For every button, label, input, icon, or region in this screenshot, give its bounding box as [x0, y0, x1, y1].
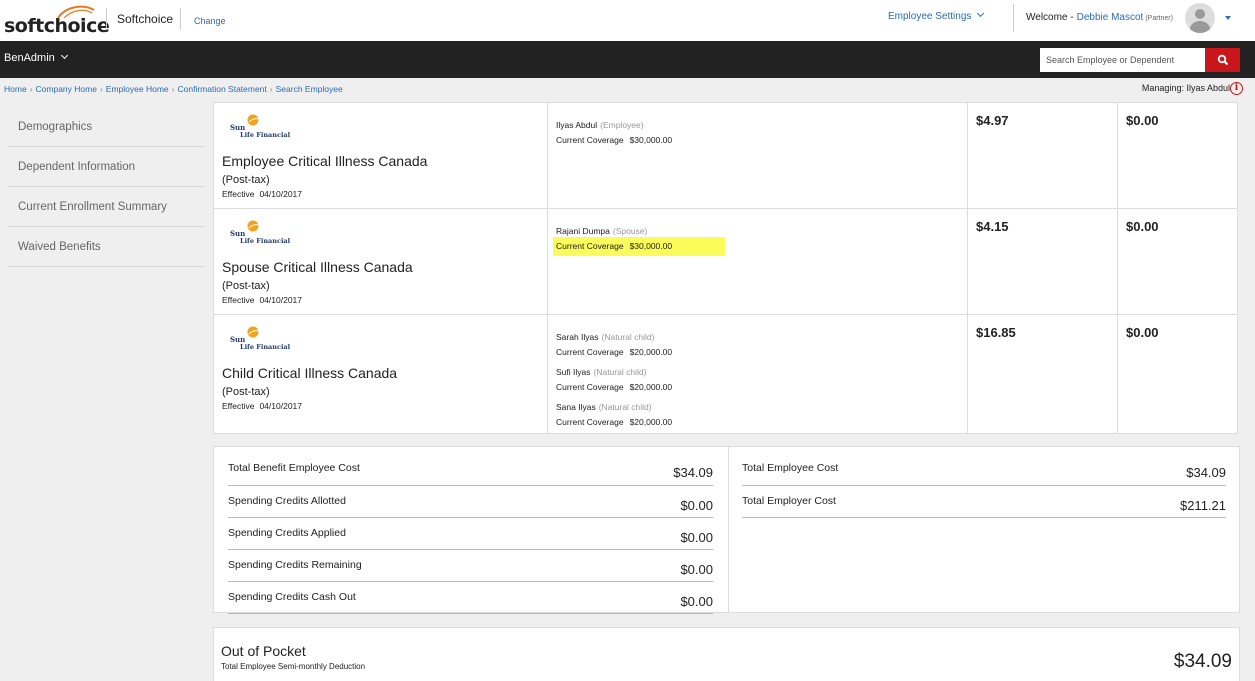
top-header: softchoice Softchoice Change Employee Se… — [0, 0, 1255, 41]
sun-life-logo: Sun Life Financial — [230, 218, 300, 245]
totals-left: Total Benefit Employee Cost $34.09 Spendi… — [228, 453, 713, 614]
managing-label: Managing: — [1141, 83, 1184, 93]
total-row: Spending Credits Cash Out $0.00 — [228, 582, 713, 614]
coverage-cell: Rajani Dumpa (Spouse) Current Coverage $30… — [548, 209, 968, 314]
sun-life-logo: Sun Life Financial — [230, 112, 300, 139]
out-of-pocket-panel: Out of Pocket Total Employee Semi-monthl… — [213, 627, 1240, 681]
plan-cell: Sun Life Financial Spouse Critical Illne… — [214, 209, 548, 314]
current-coverage: Current Coverage $20,000.00 — [556, 417, 673, 427]
employee-cost: $4.15 — [976, 219, 1009, 234]
totals-panel: Total Benefit Employee Cost $34.09 Spendi… — [213, 446, 1240, 614]
benadmin-menu[interactable]: BenAdmin — [4, 51, 68, 64]
dependent-name: Rajani Dumpa (Spouse) — [556, 226, 648, 236]
sun-life-logo: Sun Life Financial — [230, 324, 300, 351]
employee-cost: $4.97 — [976, 113, 1009, 128]
managing-name: Ilyas Abdul — [1186, 83, 1230, 93]
sidebar-item-demographics[interactable]: Demographics — [8, 108, 205, 147]
info-icon[interactable]: i — [1230, 82, 1243, 95]
employee-settings-label: Employee Settings — [888, 11, 972, 22]
total-row: Total Benefit Employee Cost $34.09 — [228, 453, 713, 486]
company-name: Softchoice — [106, 8, 173, 30]
sidebar-item-dependent-information[interactable]: Dependent Information — [8, 147, 205, 187]
dependent-name: Sana Ilyas (Natural child) — [556, 402, 652, 412]
breadcrumb-employee-home[interactable]: Employee Home — [106, 84, 169, 94]
user-role: (Partner) — [1145, 15, 1173, 22]
total-row: Spending Credits Remaining $0.00 — [228, 550, 713, 582]
sun-icon — [247, 326, 260, 338]
current-coverage-highlighted: Current Coverage $30,000.00 — [553, 237, 725, 256]
chevron-down-icon — [977, 9, 985, 18]
plan-name: Child Critical Illness Canada — [222, 365, 398, 381]
caret-down-icon[interactable] — [1225, 16, 1231, 20]
total-row: Total Employee Cost $34.09 — [742, 453, 1226, 486]
search-input[interactable] — [1040, 48, 1205, 72]
breadcrumb-home[interactable]: Home — [4, 84, 27, 94]
search-icon — [1217, 54, 1228, 66]
plan-effective-date: Effective 04/10/2017 — [222, 295, 302, 305]
coverage-cell: Ilyas Abdul (Employee) Current Coverage $3… — [548, 103, 968, 208]
total-row: Total Employer Cost $211.21 — [742, 486, 1226, 518]
plan-effective-date: Effective 04/10/2017 — [222, 401, 302, 411]
managing-info: Managing: Ilyas Abdul — [1142, 83, 1230, 93]
user-name-link[interactable]: Debbie Mascot — [1077, 12, 1144, 23]
sun-icon — [247, 220, 260, 232]
benefits-table: Sun Life Financial Employee Critical Ill… — [213, 102, 1238, 434]
table-row: Sun Life Financial Child Critical Illnes… — [214, 315, 1237, 433]
welcome-label: Welcome - — [1026, 12, 1074, 23]
employer-cost-cell: $0.00 — [1118, 103, 1237, 208]
out-of-pocket-title: Out of Pocket — [221, 643, 306, 659]
plan-name: Spouse Critical Illness Canada — [222, 259, 413, 275]
table-row: Sun Life Financial Spouse Critical Illne… — [214, 209, 1237, 315]
current-coverage: Current Coverage $30,000.00 — [556, 135, 673, 145]
sidebar: Demographics Dependent Information Curre… — [8, 108, 205, 267]
employer-cost-cell: $0.00 — [1118, 315, 1237, 433]
welcome-text: Welcome - Debbie Mascot (Partner) — [1013, 4, 1173, 32]
employee-cost-cell: $4.97 — [968, 103, 1118, 208]
breadcrumb-company-home[interactable]: Company Home — [36, 84, 97, 94]
softchoice-logo[interactable]: softchoice — [4, 4, 110, 38]
employer-cost: $0.00 — [1126, 113, 1159, 128]
dependent-name: Sarah Ilyas (Natural child) — [556, 332, 655, 342]
total-row: Spending Credits Applied $0.00 — [228, 518, 713, 550]
breadcrumb: Home › Company Home › Employee Home › Confirma… — [4, 84, 343, 94]
avatar[interactable] — [1185, 3, 1215, 33]
current-coverage: Current Coverage $20,000.00 — [556, 382, 673, 392]
employee-cost-cell: $16.85 — [968, 315, 1118, 433]
total-row: Spending Credits Allotted $0.00 — [228, 486, 713, 518]
employer-cost: $0.00 — [1126, 325, 1159, 340]
plan-cell: Sun Life Financial Child Critical Illnes… — [214, 315, 548, 433]
coverage-cell: Sarah Ilyas (Natural child) Current Cover… — [548, 315, 968, 433]
plan-tax-status: (Post-tax) — [222, 280, 270, 292]
breadcrumb-confirmation-statement[interactable]: Confirmation Statement — [177, 84, 266, 94]
employer-cost: $0.00 — [1126, 219, 1159, 234]
out-of-pocket-value: $34.09 — [1173, 651, 1232, 672]
out-of-pocket-subtitle: Total Employee Semi-monthly Deduction — [221, 662, 366, 671]
change-company-link[interactable]: Change — [180, 8, 226, 30]
sidebar-item-waived-benefits[interactable]: Waived Benefits — [8, 227, 205, 267]
dependent-name: Sufi Ilyas (Natural child) — [556, 367, 647, 377]
plan-tax-status: (Post-tax) — [222, 174, 270, 186]
employee-cost-cell: $4.15 — [968, 209, 1118, 314]
sidebar-item-current-enrollment-summary[interactable]: Current Enrollment Summary — [8, 187, 205, 227]
plan-effective-date: Effective 04/10/2017 — [222, 189, 302, 199]
sun-icon — [247, 114, 260, 126]
chevron-down-icon — [60, 51, 68, 60]
current-coverage: Current Coverage $20,000.00 — [556, 347, 673, 357]
user-icon — [1195, 9, 1205, 19]
table-row: Sun Life Financial Employee Critical Ill… — [214, 103, 1237, 209]
breadcrumb-search-employee[interactable]: Search Employee — [276, 84, 343, 94]
search-button[interactable] — [1205, 48, 1240, 72]
totals-right: Total Employee Cost $34.09 Total Employer… — [742, 453, 1226, 518]
employee-settings-menu[interactable]: Employee Settings — [888, 9, 985, 22]
logo-swoosh-icon — [57, 5, 95, 19]
plan-name: Employee Critical Illness Canada — [222, 153, 428, 169]
plan-tax-status: (Post-tax) — [222, 386, 270, 398]
employer-cost-cell: $0.00 — [1118, 209, 1237, 314]
plan-cell: Sun Life Financial Employee Critical Ill… — [214, 103, 548, 208]
dependent-name: Ilyas Abdul (Employee) — [556, 120, 644, 130]
benadmin-label: BenAdmin — [4, 52, 55, 64]
divider — [728, 447, 729, 612]
employee-cost: $16.85 — [976, 325, 1016, 340]
